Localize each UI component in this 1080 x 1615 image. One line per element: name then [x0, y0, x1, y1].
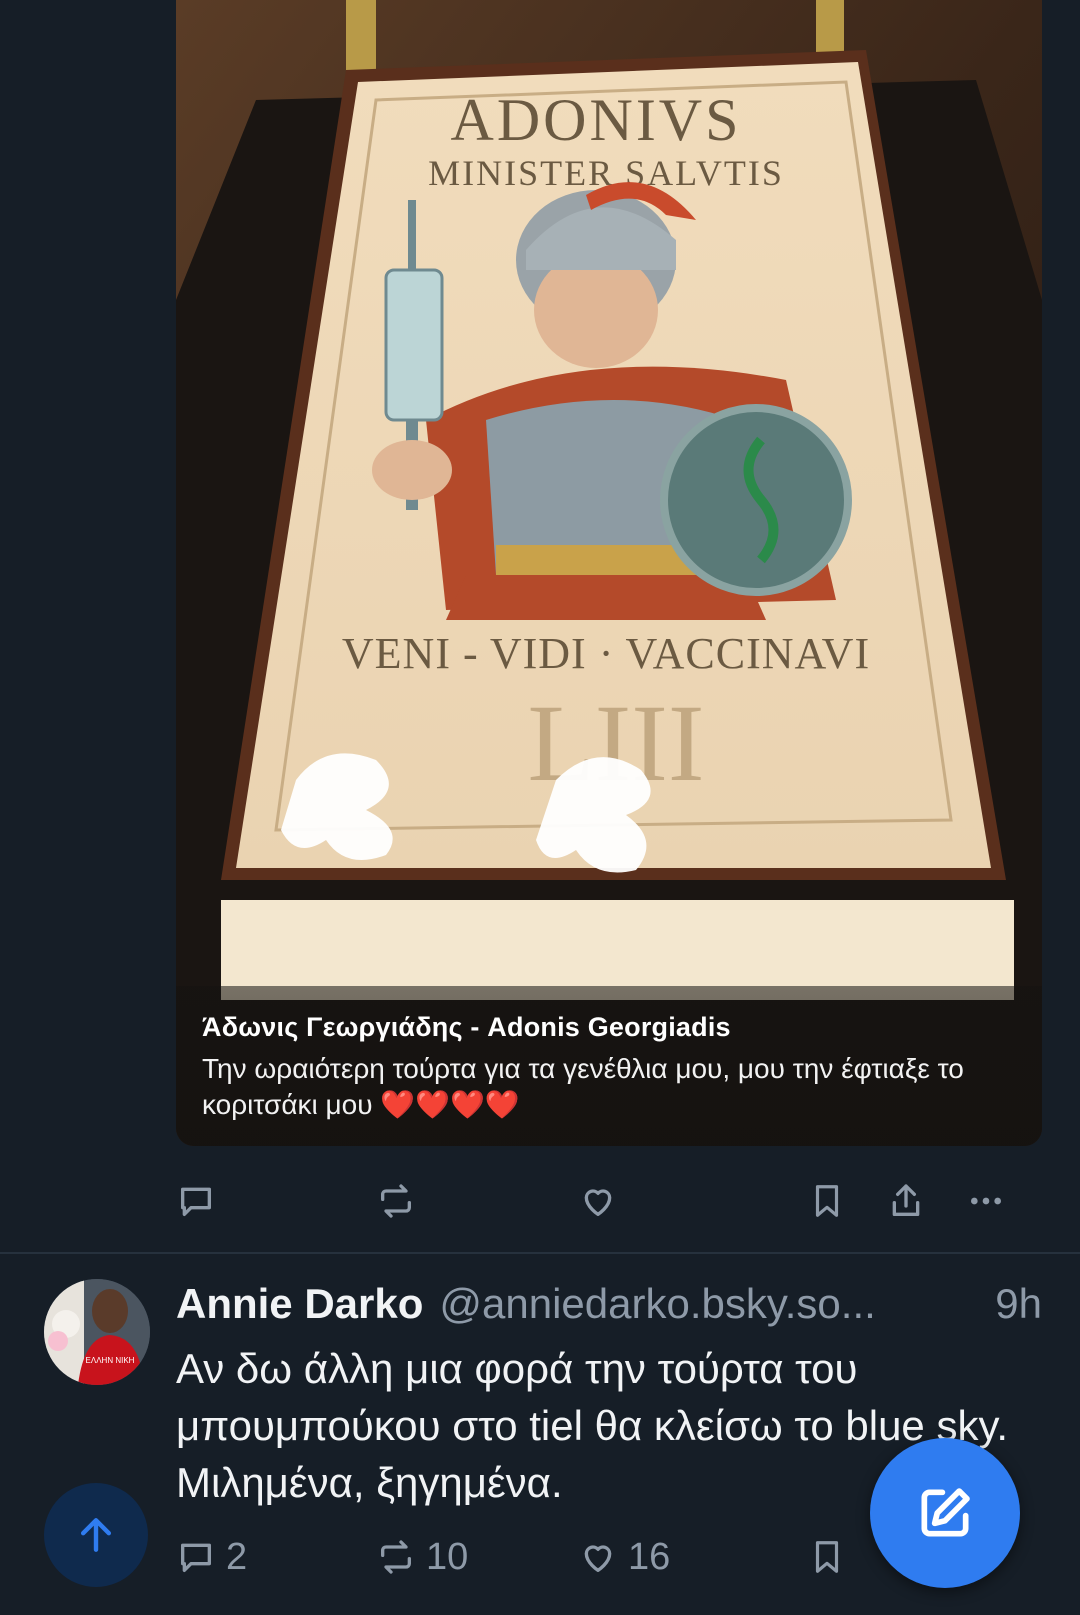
display-name[interactable]: Annie Darko — [176, 1280, 423, 1328]
post-actions-top — [176, 1176, 1036, 1226]
like-button[interactable]: 16 — [578, 1532, 670, 1582]
bookmark-button[interactable] — [808, 1532, 846, 1582]
bookmark-icon — [815, 1185, 839, 1217]
post-header: Annie Darko @anniedarko.bsky.so... 9h — [176, 1280, 1046, 1332]
reply-button[interactable]: 2 — [176, 1532, 247, 1582]
cake-title: ADONIVS — [451, 87, 742, 153]
share-icon — [892, 1184, 920, 1216]
bookmark-button[interactable] — [808, 1176, 846, 1226]
caption-text: Την ωραιότερη τούρτα για τα γενέθλια μου… — [202, 1053, 964, 1120]
compose-icon — [921, 1488, 970, 1537]
heart-icon — [584, 1545, 612, 1572]
image-caption: Άδωνις Γεωργιάδης - Adonis Georgiadis Τη… — [176, 986, 1042, 1146]
like-count: 16 — [628, 1535, 671, 1578]
repost-icon — [381, 1184, 411, 1218]
post-divider — [0, 1252, 1080, 1254]
scroll-to-top-button[interactable] — [44, 1483, 148, 1587]
like-button[interactable] — [578, 1176, 628, 1226]
post-image-embed[interactable]: ADONIVS MINISTER SALVTIS VENI - VIDI · V… — [176, 0, 1042, 1146]
handle[interactable]: @anniedarko.bsky.so... — [439, 1280, 875, 1328]
cake-photo: ADONIVS MINISTER SALVTIS VENI - VIDI · V… — [176, 0, 1042, 1146]
repost-count: 10 — [426, 1535, 469, 1578]
bookmark-icon — [815, 1541, 839, 1573]
cake-motto: VENI - VIDI · VACCINAVI — [342, 629, 870, 678]
avatar-shirt-text: ΕΛΛΗΝ ΝΙΚΗ — [86, 1356, 135, 1365]
repost-button[interactable] — [376, 1176, 426, 1226]
repost-button[interactable]: 10 — [376, 1532, 468, 1582]
arrow-up-icon — [80, 1518, 112, 1552]
caption-author: Άδωνις Γεωργιάδης - Adonis Georgiadis — [202, 1012, 731, 1042]
more-button[interactable] — [966, 1176, 1006, 1226]
caption-hearts: ❤️❤️❤️❤️ — [380, 1089, 520, 1120]
avatar-image: ΕΛΛΗΝ ΝΙΚΗ — [44, 1279, 150, 1385]
reply-button[interactable] — [176, 1176, 226, 1226]
more-icon — [971, 1197, 1001, 1205]
reply-count: 2 — [226, 1535, 248, 1578]
heart-icon — [584, 1189, 612, 1216]
share-button[interactable] — [886, 1176, 926, 1226]
repost-icon — [381, 1540, 411, 1574]
avatar[interactable]: ΕΛΛΗΝ ΝΙΚΗ — [44, 1279, 150, 1385]
timestamp[interactable]: 9h — [995, 1280, 1042, 1328]
reply-icon — [181, 1187, 211, 1216]
reply-icon — [181, 1543, 211, 1572]
compose-button[interactable] — [870, 1438, 1020, 1588]
